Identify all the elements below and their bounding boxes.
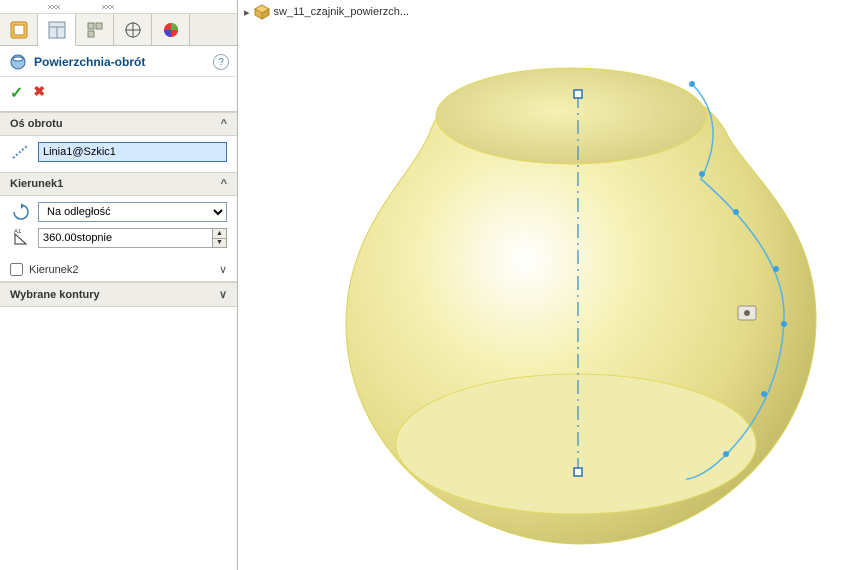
chevron-up-icon: ^ xyxy=(221,118,227,130)
reverse-direction-icon[interactable] xyxy=(10,203,32,221)
chevron-down-icon: ∨ xyxy=(219,263,227,276)
command-title: Powierzchnia-obrót xyxy=(34,55,145,69)
section-direction1-header[interactable]: Kierunek1 ^ xyxy=(0,172,237,196)
direction1-angle-input[interactable] xyxy=(39,229,212,247)
section-direction1-body: Na odległość A1 ▲ ▼ xyxy=(0,196,237,258)
axis-endpoint-top[interactable] xyxy=(574,90,582,98)
chevron-down-icon: ∨ xyxy=(219,288,227,301)
property-manager-panel: Powierzchnia-obrót ? ✓ ✖ Oś obrotu ^ Kie… xyxy=(0,0,238,570)
direction2-checkbox[interactable] xyxy=(10,263,23,276)
axis-endpoint-bottom[interactable] xyxy=(574,468,582,476)
ok-button[interactable]: ✓ xyxy=(10,83,23,103)
cancel-button[interactable]: ✖ xyxy=(33,83,45,103)
tab-property-manager[interactable] xyxy=(38,14,76,46)
angle-spin-down[interactable]: ▼ xyxy=(213,239,226,248)
tab-configuration[interactable] xyxy=(76,14,114,45)
tab-appearance[interactable] xyxy=(152,14,190,45)
angle-spin-up[interactable]: ▲ xyxy=(213,229,226,239)
breadcrumb-part-name[interactable]: sw_11_czajnik_powierzch... xyxy=(274,6,410,18)
command-header: Powierzchnia-obrót ? xyxy=(0,46,237,77)
model-preview xyxy=(286,24,826,564)
panel-tabs xyxy=(0,14,237,46)
axis-line-icon xyxy=(10,143,32,161)
tab-feature-tree[interactable] xyxy=(0,14,38,45)
section-contours-label: Wybrane kontury xyxy=(10,289,100,301)
tab-dimxpert[interactable] xyxy=(114,14,152,45)
section-axis-body xyxy=(0,136,237,172)
section-axis-label: Oś obrotu xyxy=(10,118,63,130)
chevron-up-icon: ^ xyxy=(221,178,227,190)
section-contours-header[interactable]: Wybrane kontury ∨ xyxy=(0,282,237,307)
part-cube-icon xyxy=(254,4,270,20)
axis-input[interactable] xyxy=(38,142,227,162)
direction1-type-select[interactable]: Na odległość xyxy=(38,202,227,222)
panel-drag-handle[interactable] xyxy=(0,0,237,14)
svg-text:A1: A1 xyxy=(14,229,22,235)
bottom-opening xyxy=(396,374,756,514)
sketch-relation-badge[interactable] xyxy=(738,306,756,320)
help-button[interactable]: ? xyxy=(213,54,229,70)
top-opening xyxy=(436,68,706,164)
breadcrumb-expand-icon[interactable]: ▸ xyxy=(244,6,250,19)
section-direction2-row[interactable]: Kierunek2 ∨ xyxy=(0,258,237,282)
section-direction1-label: Kierunek1 xyxy=(10,178,63,190)
revolve-surface-icon xyxy=(8,52,28,72)
feature-breadcrumb: ▸ sw_11_czajnik_powierzch... xyxy=(244,4,409,20)
graphics-viewport[interactable]: ▸ sw_11_czajnik_powierzch... xyxy=(238,0,843,570)
section-axis-header[interactable]: Oś obrotu ^ xyxy=(0,112,237,136)
confirm-bar: ✓ ✖ xyxy=(0,77,237,112)
direction2-label: Kierunek2 xyxy=(29,264,79,276)
angle-icon: A1 xyxy=(10,229,32,247)
